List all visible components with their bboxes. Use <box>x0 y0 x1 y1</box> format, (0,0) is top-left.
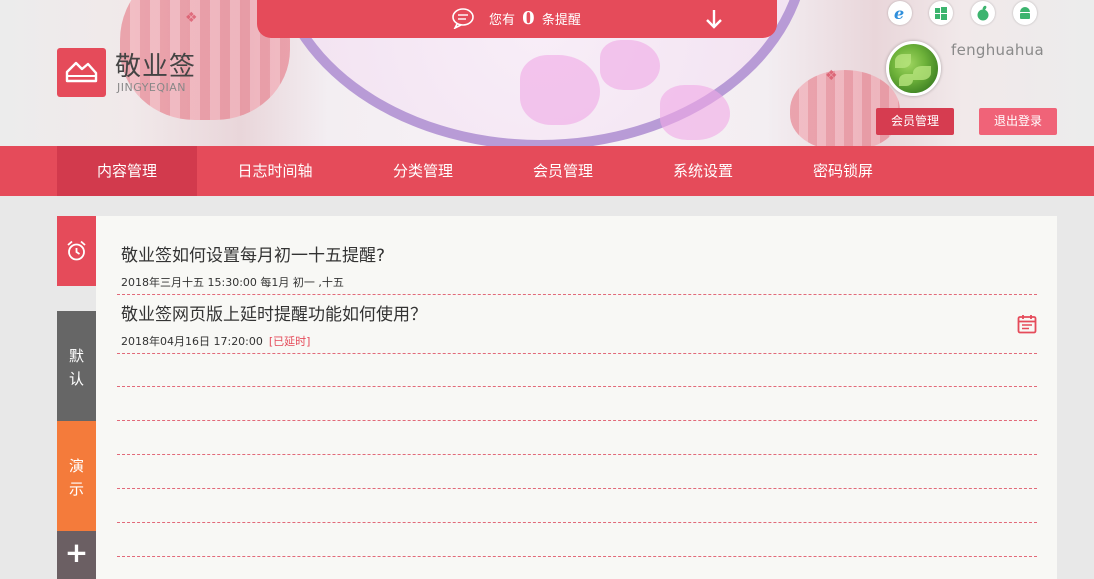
brand-subtitle: JINGYEQIAN <box>117 81 187 94</box>
android-icon[interactable] <box>1013 1 1037 25</box>
note-title[interactable]: 敬业签如何设置每月初一十五提醒? <box>121 241 385 266</box>
note-title[interactable]: 敬业签网页版上延时提醒功能如何使用？ <box>121 300 427 325</box>
tab-default[interactable]: 默 认 <box>57 311 96 421</box>
reminder-bar[interactable]: 您有 0 条提醒 <box>257 0 777 38</box>
reminder-suffix: 条提醒 <box>541 13 581 28</box>
tab-default-label-1: 默 <box>68 347 84 365</box>
blob-decoration <box>520 55 600 125</box>
note-datetime: 2018年04月16日 17:20:00 <box>121 335 263 348</box>
logo[interactable] <box>57 48 106 97</box>
logout-button[interactable]: 退出登录 <box>979 108 1057 135</box>
arrow-down-icon[interactable] <box>704 8 724 30</box>
svg-text:e: e <box>894 4 904 22</box>
divider <box>117 522 1037 523</box>
tab-demo-label-1: 演 <box>68 457 84 475</box>
reminder-count: 0 <box>522 8 535 29</box>
username: fenghuahua <box>951 41 1044 59</box>
nav-item-content[interactable]: 内容管理 <box>57 146 197 196</box>
notes-panel: 敬业签如何设置每月初一十五提醒? 2018年三月十五 15:30:00 每1月 … <box>96 216 1057 579</box>
knot-decoration: ❖ <box>185 10 198 26</box>
blob-decoration <box>660 85 730 140</box>
main-nav: 内容管理 日志时间轴 分类管理 会员管理 系统设置 密码锁屏 <box>0 146 1094 196</box>
tab-default-label-2: 认 <box>68 370 84 388</box>
divider <box>117 294 1037 295</box>
divider <box>117 353 1037 354</box>
reminder-prefix: 您有 <box>489 13 516 28</box>
delayed-badge: [已延时] <box>268 335 311 348</box>
divider <box>117 420 1037 421</box>
nav-item-settings[interactable]: 系统设置 <box>633 146 773 196</box>
add-category-button[interactable]: + <box>57 531 96 579</box>
logo-icon <box>65 61 98 83</box>
reminder-text: 您有 0 条提醒 <box>489 8 581 29</box>
knot-decoration: ❖ <box>825 68 838 84</box>
calendar-icon[interactable] <box>1017 314 1037 334</box>
tab-demo[interactable]: 演 示 <box>57 421 96 531</box>
nav-item-lock-screen[interactable]: 密码锁屏 <box>773 146 913 196</box>
nav-item-members[interactable]: 会员管理 <box>493 146 633 196</box>
divider <box>117 488 1037 489</box>
ie-icon[interactable]: e <box>888 1 912 25</box>
nav-item-categories[interactable]: 分类管理 <box>353 146 493 196</box>
note-datetime: 2018年三月十五 15:30:00 每1月 初一 ,十五 <box>121 276 344 289</box>
brand-name: 敬业签 <box>115 52 197 82</box>
member-management-button[interactable]: 会员管理 <box>876 108 954 135</box>
header: ❖ ❖ 您有 0 条提醒 敬业签 JINGYEQIAN e fenghuahua… <box>0 0 1094 146</box>
windows-icon[interactable] <box>929 1 953 25</box>
avatar[interactable] <box>886 41 941 96</box>
note-meta: 2018年04月16日 17:20:00 [已延时] <box>121 333 310 349</box>
divider <box>117 556 1037 557</box>
divider <box>117 386 1037 387</box>
chat-bubble-icon <box>452 8 474 29</box>
alarm-clock-icon <box>67 240 86 261</box>
tab-reminders[interactable] <box>57 216 96 286</box>
note-meta: 2018年三月十五 15:30:00 每1月 初一 ,十五 <box>121 274 344 290</box>
apple-icon[interactable] <box>971 1 995 25</box>
divider <box>117 454 1037 455</box>
tab-demo-label-2: 示 <box>68 480 84 498</box>
blob-decoration <box>600 40 660 90</box>
nav-item-log-timeline[interactable]: 日志时间轴 <box>205 146 345 196</box>
